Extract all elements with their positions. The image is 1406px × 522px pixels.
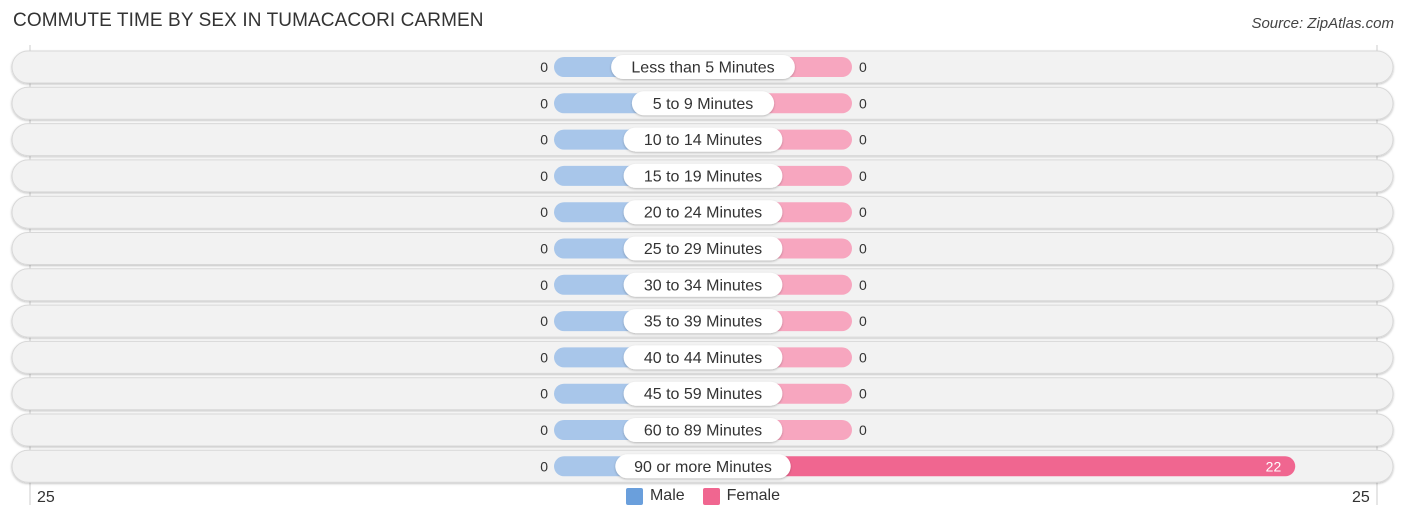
category-label: 20 to 24 Minutes (644, 205, 762, 222)
category-label: 15 to 19 Minutes (644, 168, 762, 185)
value-label-female: 0 (859, 59, 867, 75)
legend-item-male: Male (625, 487, 685, 505)
value-label-female: 0 (859, 422, 867, 438)
legend: Male Female (0, 487, 1406, 505)
value-label-female: 0 (859, 168, 867, 184)
legend-label-female: Female (726, 487, 781, 504)
value-label-female: 0 (859, 204, 867, 220)
value-label-female: 0 (859, 132, 867, 148)
category-label: 10 to 14 Minutes (644, 132, 762, 149)
value-label-female: 0 (859, 95, 867, 111)
value-label-male: 0 (540, 204, 548, 220)
category-label: 45 to 59 Minutes (644, 386, 762, 403)
legend-label-male: Male (649, 487, 685, 504)
value-label-male: 0 (540, 386, 548, 402)
category-label: 90 or more Minutes (634, 459, 772, 476)
value-label-male: 0 (540, 422, 548, 438)
chart-canvas: 0 0 Less than 5 Minutes 0 0 5 to 9 Minutes 0 0 1… (11, 45, 1394, 505)
value-label-male: 0 (540, 277, 548, 293)
legend-swatch-male (625, 487, 643, 505)
bar-female (703, 456, 1296, 477)
value-label-male: 0 (540, 313, 548, 329)
category-label: Less than 5 Minutes (631, 60, 774, 77)
value-label-male: 0 (540, 458, 548, 474)
legend-item-female: Female (702, 487, 781, 505)
value-label-female: 0 (859, 386, 867, 402)
value-label-female: 0 (859, 277, 867, 293)
category-label: 40 to 44 Minutes (644, 350, 762, 367)
value-label-male: 0 (540, 349, 548, 365)
value-label-male: 0 (540, 95, 548, 111)
value-label-male: 0 (540, 59, 548, 75)
category-label: 30 to 34 Minutes (644, 277, 762, 294)
value-label-female: 0 (859, 241, 867, 257)
value-label-male: 0 (540, 241, 548, 257)
value-label-male: 0 (540, 132, 548, 148)
category-label: 5 to 9 Minutes (653, 96, 754, 113)
legend-swatch-female (702, 487, 720, 505)
category-label: 60 to 89 Minutes (644, 423, 762, 440)
value-label-female: 22 (1266, 458, 1282, 474)
value-label-male: 0 (540, 168, 548, 184)
value-label-female: 0 (859, 313, 867, 329)
category-label: 35 to 39 Minutes (644, 314, 762, 331)
value-label-female: 0 (859, 349, 867, 365)
category-label: 25 to 29 Minutes (644, 241, 762, 258)
